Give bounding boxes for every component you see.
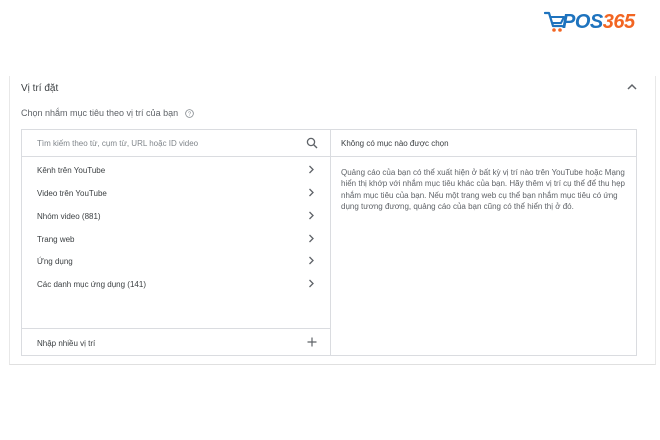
list-item-app-categories[interactable]: Các danh mục ứng dụng (141) [22,273,330,295]
list-item-label: Nhóm video (881) [37,212,101,221]
bulk-add-row[interactable]: Nhập nhiều vị trí [22,328,330,355]
chevron-up-icon[interactable] [625,80,639,94]
chevron-right-icon [309,165,314,174]
list-item-youtube-videos[interactable]: Video trên YouTube [22,182,330,204]
selected-title: Không có mục nào được chọn [341,139,449,148]
placement-browser: Tìm kiếm theo từ, cụm từ, URL hoặc ID vi… [22,130,331,355]
list-item-youtube-channels[interactable]: Kênh trên YouTube [22,159,330,181]
placement-box: Tìm kiếm theo từ, cụm từ, URL hoặc ID vi… [21,129,637,356]
list-item-label: Video trên YouTube [37,189,107,198]
placement-panel: Vị trí đặt Chọn nhắm mục tiêu theo vị tr… [9,76,656,365]
chevron-right-icon [309,234,314,243]
plus-icon[interactable] [306,336,318,348]
selected-description: Quảng cáo của bạn có thể xuất hiện ở bất… [341,168,625,211]
panel-subtitle: Chọn nhắm mục tiêu theo vị trí của bạn ? [21,108,194,118]
subtitle-text: Chọn nhắm mục tiêu theo vị trí của bạn [21,108,179,118]
list-item-label: Ứng dụng [37,257,73,266]
list-item-label: Kênh trên YouTube [37,166,106,175]
search-icon[interactable] [306,137,318,149]
chevron-right-icon [309,256,314,265]
list-item-label: Các danh mục ứng dụng (141) [37,280,146,289]
chevron-right-icon [309,279,314,288]
panel-title: Vị trí đặt [21,83,59,94]
list-item-label: Trang web [37,235,75,244]
list-item-websites[interactable]: Trang web [22,228,330,250]
search-bar[interactable]: Tìm kiếm theo từ, cụm từ, URL hoặc ID vi… [22,130,330,157]
list-item-video-groups[interactable]: Nhóm video (881) [22,205,330,227]
list-item-apps[interactable]: Ứng dụng [22,250,330,272]
selected-panel: Không có mục nào được chọn Quảng cáo của… [331,130,636,355]
chevron-right-icon [309,188,314,197]
help-circle-icon[interactable]: ? [184,109,194,118]
search-input[interactable]: Tìm kiếm theo từ, cụm từ, URL hoặc ID vi… [37,139,198,148]
pos365-logo: POS365 [544,10,640,36]
bulk-add-label: Nhập nhiều vị trí [37,339,96,348]
selected-header: Không có mục nào được chọn [331,130,636,157]
logo-text: POS365 [562,11,635,33]
chevron-right-icon [309,211,314,220]
